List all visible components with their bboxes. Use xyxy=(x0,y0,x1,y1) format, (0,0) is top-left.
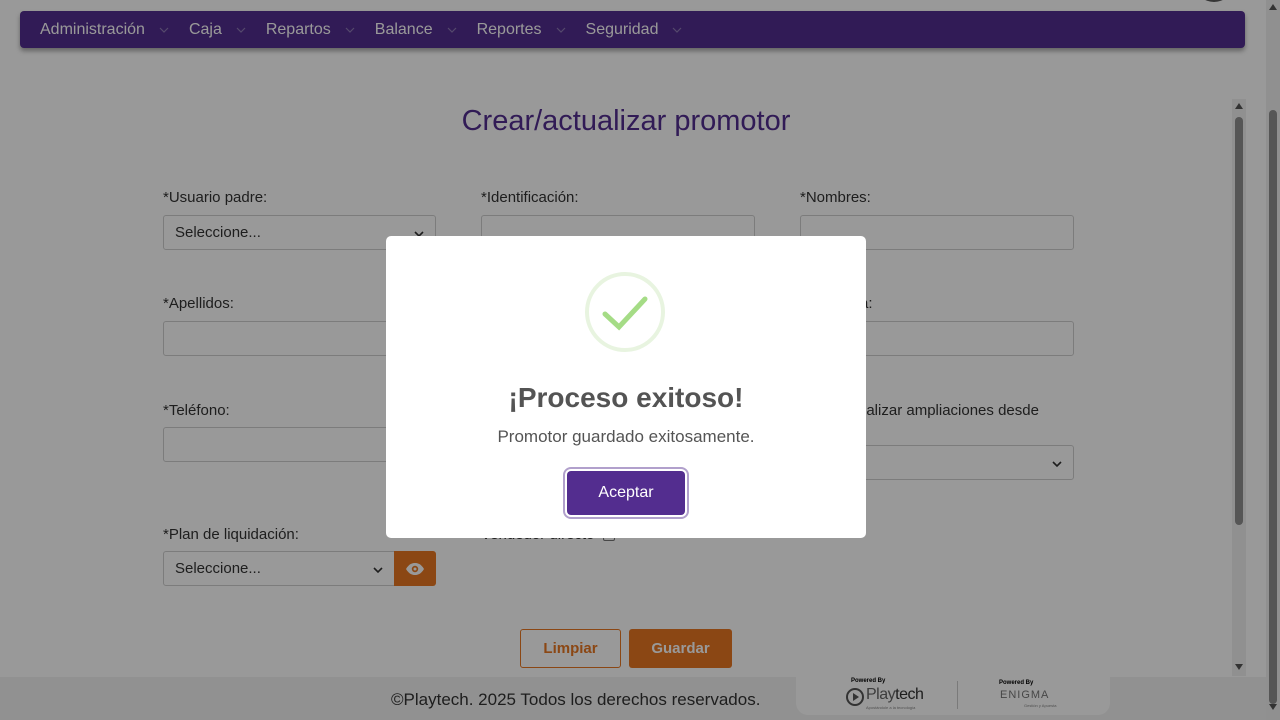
success-check-icon xyxy=(585,272,665,352)
accept-button[interactable]: Aceptar xyxy=(567,471,685,515)
dialog-title: ¡Proceso exitoso! xyxy=(508,382,744,413)
success-dialog: ¡Proceso exitoso! Promotor guardado exit… xyxy=(386,236,866,538)
dialog-message: Promotor guardado exitosamente. xyxy=(497,427,755,446)
